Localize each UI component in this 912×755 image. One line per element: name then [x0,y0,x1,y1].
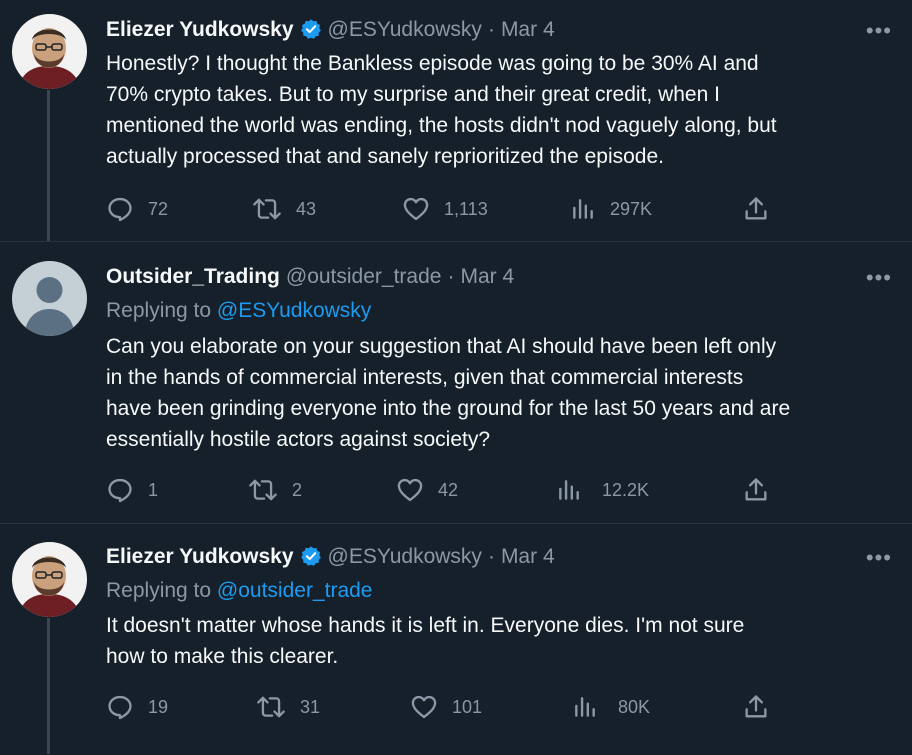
action-bar: 1 2 42 12.2K [106,475,786,505]
reply-icon [106,195,134,223]
analytics-icon [570,195,596,223]
avatar[interactable] [12,261,87,336]
more-options-icon[interactable]: ••• [866,547,892,569]
tweet[interactable]: Eliezer Yudkowsky @ESYudkowsky · Mar 4 ••• … [0,0,912,241]
author-name[interactable]: Eliezer Yudkowsky [106,545,294,568]
heart-icon [396,476,424,504]
retweet-button[interactable]: 43 [252,194,316,224]
retweet-button[interactable]: 31 [256,692,320,722]
views-button[interactable]: 12.2K [556,475,649,505]
retweet-count: 2 [292,479,303,500]
share-button[interactable] [742,194,770,224]
heart-icon [402,195,430,223]
share-icon [742,195,770,223]
tweet-text-line: 70% crypto takes. But to my surprise and… [106,83,720,106]
heart-icon [410,693,438,721]
tweet-text-line: Honestly? I thought the Bankless episode… [106,52,759,75]
thread-line [47,618,50,754]
more-options-icon[interactable]: ••• [866,20,892,42]
tweet-header: Eliezer Yudkowsky @ESYudkowsky · Mar 4 [106,544,555,574]
retweet-icon [256,693,286,721]
tweet-text-line: in the hands of commercial interests, gi… [106,366,744,389]
author-handle[interactable]: @outsider_trade [286,265,442,288]
reply-count: 19 [148,696,169,717]
reply-button[interactable]: 1 [106,475,158,505]
tweet-header: Eliezer Yudkowsky @ESYudkowsky · Mar 4 [106,17,555,47]
tweet-header: Outsider_Trading @outsider_trade · Mar 4 [106,264,514,290]
tweet-text-line: It doesn't matter whose hands it is left… [106,614,745,637]
author-handle[interactable]: @ESYudkowsky [328,545,482,568]
reply-count: 72 [148,198,169,219]
separator: · [447,265,455,288]
tweet-text-line: have been grinding everyone into the gro… [106,397,791,420]
action-bar: 72 43 1,113 297K [106,194,786,224]
author-name[interactable]: Outsider_Trading [106,265,280,288]
view-count: 12.2K [602,479,650,500]
tweet[interactable]: Outsider_Trading @outsider_trade · Mar 4 ••… [0,241,912,524]
verified-badge-icon [300,18,322,47]
share-button[interactable] [742,692,770,722]
reply-count: 1 [148,479,159,500]
retweet-icon [252,195,282,223]
tweet-text-line: actually processed that and sanely repri… [106,145,664,168]
mention-link[interactable]: @outsider_trade [217,579,373,602]
separator: · [487,18,495,41]
share-icon [742,476,770,504]
views-button[interactable]: 297K [570,194,652,224]
like-button[interactable]: 1,113 [402,194,488,224]
retweet-icon [248,476,278,504]
tweet-text: Honestly? I thought the Bankless episode… [106,48,896,172]
separator: · [487,545,495,568]
tweet-text-line: how to make this clearer. [106,645,339,668]
action-bar: 19 31 101 80K [106,692,786,722]
tweet-date[interactable]: Mar 4 [501,545,555,568]
reply-icon [106,476,134,504]
reply-button[interactable]: 72 [106,194,168,224]
tweet-text: It doesn't matter whose hands it is left… [106,610,896,672]
thread-line [47,90,50,241]
retweet-count: 43 [296,198,317,219]
view-count: 297K [610,198,653,219]
more-options-icon[interactable]: ••• [866,267,892,289]
author-handle[interactable]: @ESYudkowsky [328,18,482,41]
like-count: 101 [452,696,483,717]
analytics-icon [572,693,598,721]
retweet-button[interactable]: 2 [248,475,302,505]
mention-link[interactable]: @ESYudkowsky [217,299,371,322]
views-button[interactable]: 80K [572,692,650,722]
replying-to-label: Replying to [106,299,217,322]
verified-badge-icon [300,545,322,574]
replying-to: Replying to @outsider_trade [106,578,372,604]
like-count: 42 [438,479,459,500]
tweet-text-line: essentially hostile actors against socie… [106,428,491,451]
like-button[interactable]: 42 [396,475,458,505]
retweet-count: 31 [300,696,321,717]
share-button[interactable] [742,475,770,505]
tweet-text-line: mentioned the world was ending, the host… [106,114,777,137]
reply-icon [106,693,134,721]
analytics-icon [556,476,582,504]
tweet[interactable]: Eliezer Yudkowsky @ESYudkowsky · Mar 4 ••• … [0,523,912,755]
tweet-date[interactable]: Mar 4 [501,18,555,41]
author-name[interactable]: Eliezer Yudkowsky [106,18,294,41]
avatar[interactable] [12,542,87,617]
view-count: 80K [618,696,651,717]
reply-button[interactable]: 19 [106,692,168,722]
like-count: 1,113 [444,198,488,219]
share-icon [742,693,770,721]
replying-to-label: Replying to [106,579,217,602]
tweet-text: Can you elaborate on your suggestion tha… [106,331,896,455]
replying-to: Replying to @ESYudkowsky [106,298,371,324]
tweet-date[interactable]: Mar 4 [460,265,514,288]
tweet-text-line: Can you elaborate on your suggestion tha… [106,335,777,358]
avatar[interactable] [12,14,87,89]
like-button[interactable]: 101 [410,692,482,722]
